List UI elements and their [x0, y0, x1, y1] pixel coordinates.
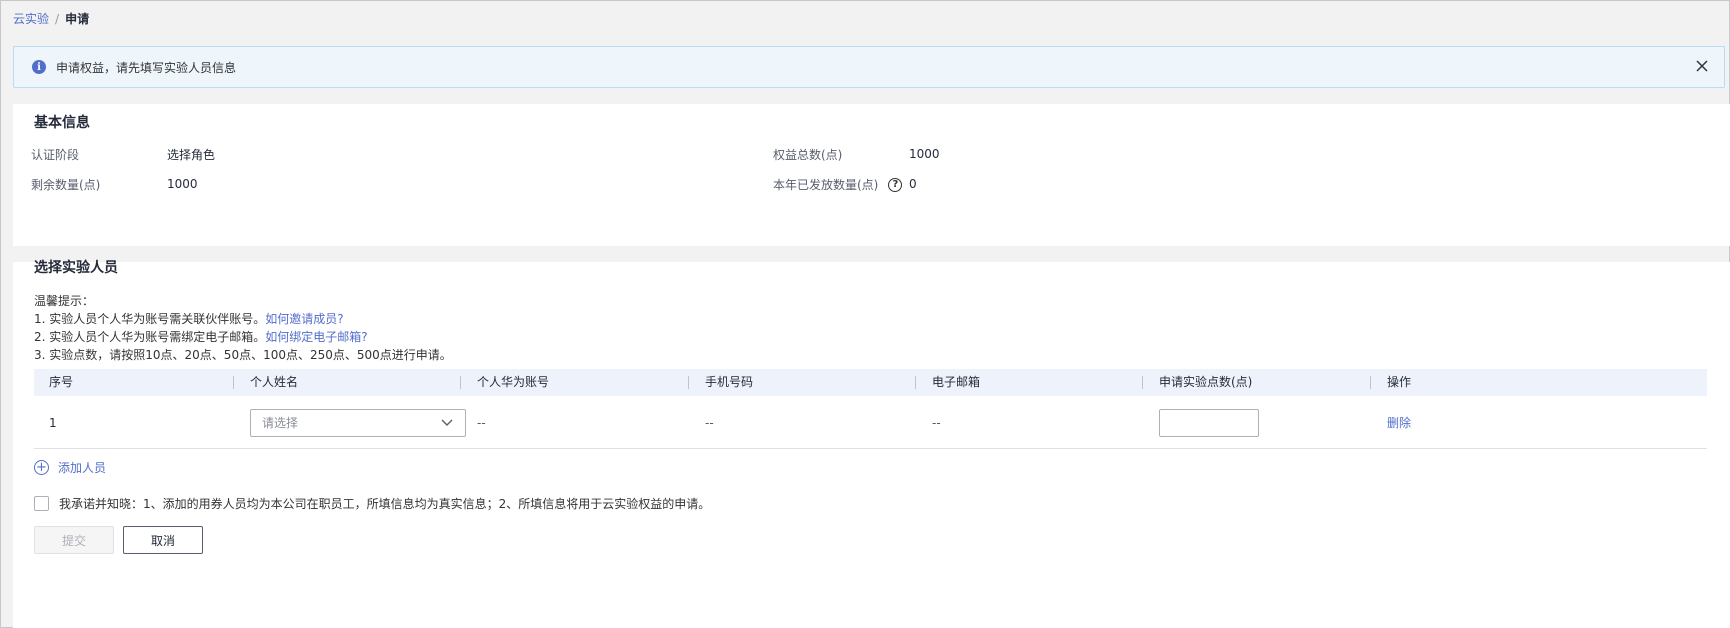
breadcrumb-current: 申请 [65, 12, 90, 26]
table-row: 1 请选择 -- -- -- 删除 [34, 396, 1707, 449]
total-label: 权益总数(点) [773, 147, 843, 162]
basic-info-card: 基本信息 认证阶段 选择角色 权益总数(点) 1000 剩余数量(点) 1000… [13, 104, 1730, 246]
breadcrumb-link-cloud-lab[interactable]: 云实验 [13, 12, 49, 26]
add-person-button[interactable]: + 添加人员 [34, 459, 106, 476]
agreement: 我承诺并知晓：1、添加的用券人员均为本公司在职员工，所填信息均为真实信息；2、所… [34, 495, 710, 512]
header-divider [233, 376, 234, 389]
issued-label: 本年已发放数量(点) [773, 178, 879, 192]
tip-3: 3. 实验点数，请按照10点、20点、50点、100点、250点、500点进行申… [34, 348, 452, 362]
issued-label-wrap: 本年已发放数量(点) ? [773, 176, 903, 193]
select-staff-card: 选择实验人员 温馨提示： 1. 实验人员个人华为账号需关联伙伴账号。如何邀请成员… [13, 260, 1730, 628]
invite-member-link[interactable]: 如何邀请成员? [265, 312, 343, 326]
header-name: 个人姓名 [250, 375, 299, 389]
info-alert: i 申请权益，请先填写实验人员信息 [13, 46, 1725, 88]
header-divider [1370, 376, 1371, 389]
delete-link[interactable]: 删除 [1387, 414, 1411, 431]
form-buttons: 提交 取消 [34, 526, 212, 554]
total-value: 1000 [909, 147, 940, 161]
tip-1: 1. 实验人员个人华为账号需关联伙伴账号。 [34, 312, 266, 326]
remaining-label: 剩余数量(点) [31, 177, 101, 192]
header-divider [915, 376, 916, 389]
name-select[interactable]: 请选择 [250, 408, 466, 437]
stage-label: 认证阶段 [31, 147, 80, 162]
header-points: 申请实验点数(点) [1159, 375, 1253, 389]
agreement-text: 我承诺并知晓：1、添加的用券人员均为本公司在职员工，所填信息均为真实信息；2、所… [59, 497, 711, 511]
issued-value: 0 [909, 177, 917, 191]
header-account: 个人华为账号 [477, 375, 550, 389]
submit-button[interactable]: 提交 [34, 526, 114, 554]
table-header: 序号 个人姓名 个人华为账号 手机号码 电子邮箱 申请实验点数(点) 操作 [34, 369, 1707, 396]
header-email: 电子邮箱 [932, 375, 981, 389]
chevron-down-icon [441, 419, 453, 426]
row-email: -- [932, 415, 941, 430]
header-action: 操作 [1387, 375, 1412, 389]
header-phone: 手机号码 [705, 375, 754, 389]
bind-email-link[interactable]: 如何绑定电子邮箱? [265, 330, 367, 344]
stage-value: 选择角色 [167, 147, 216, 162]
header-divider [688, 376, 689, 389]
tips-title: 温馨提示： [34, 294, 95, 308]
row-phone: -- [705, 415, 714, 430]
plus-circle-icon: + [34, 460, 49, 475]
breadcrumb-separator: / [55, 12, 60, 26]
agreement-checkbox[interactable] [34, 496, 49, 511]
row-index: 1 [49, 415, 57, 430]
info-icon: i [32, 60, 46, 74]
select-staff-title: 选择实验人员 [34, 260, 118, 276]
points-input[interactable] [1159, 408, 1259, 437]
tips: 温馨提示： 1. 实验人员个人华为账号需关联伙伴账号。如何邀请成员? 2. 实验… [34, 292, 452, 364]
header-divider [1142, 376, 1143, 389]
header-index: 序号 [49, 375, 74, 389]
name-select-placeholder: 请选择 [262, 416, 299, 430]
help-icon[interactable]: ? [888, 177, 903, 192]
staff-table: 序号 个人姓名 个人华为账号 手机号码 电子邮箱 申请实验点数(点) 操作 1 … [34, 369, 1707, 449]
header-divider [460, 376, 461, 389]
tip-2: 2. 实验人员个人华为账号需绑定电子邮箱。 [34, 330, 266, 344]
close-icon[interactable] [1694, 58, 1710, 74]
basic-info-title: 基本信息 [34, 115, 90, 131]
remaining-value: 1000 [167, 177, 198, 191]
breadcrumb: 云实验 / 申请 [13, 10, 89, 27]
add-person-label: 添加人员 [58, 461, 107, 475]
row-account: -- [477, 415, 486, 430]
alert-message: 申请权益，请先填写实验人员信息 [56, 60, 237, 75]
cancel-button[interactable]: 取消 [123, 526, 203, 554]
